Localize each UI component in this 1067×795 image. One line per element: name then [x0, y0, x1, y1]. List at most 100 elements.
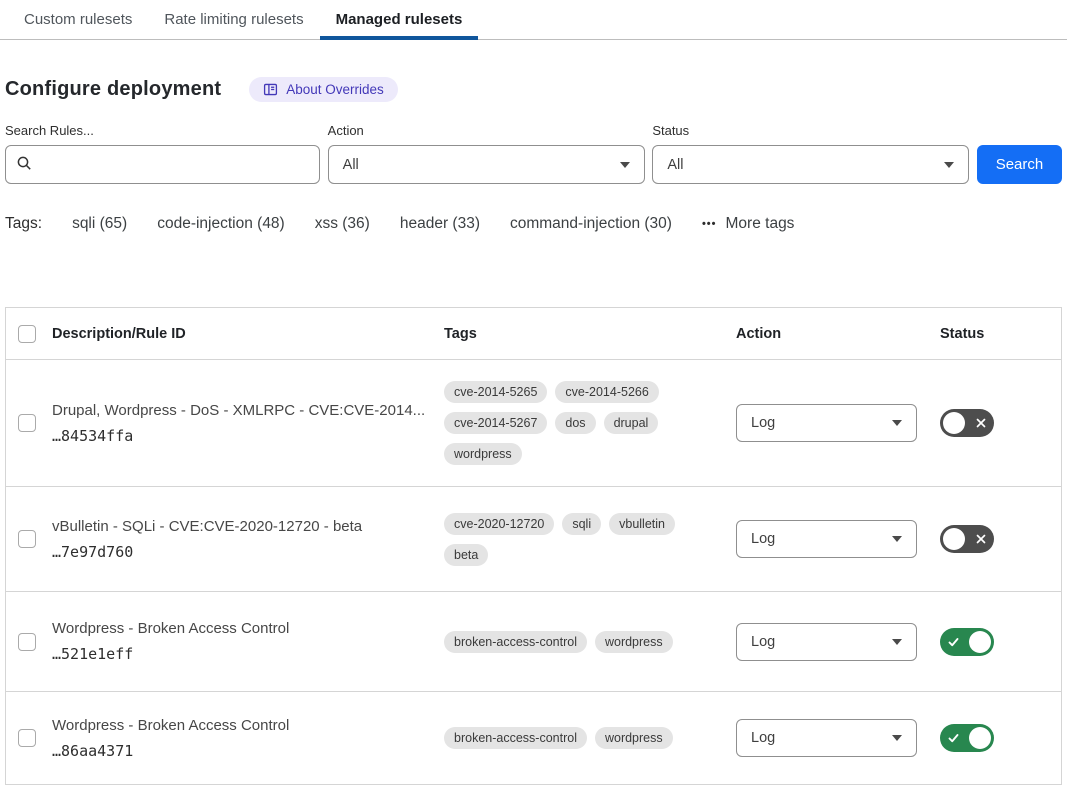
chevron-down-icon	[892, 536, 902, 542]
rule-description-cell: Wordpress - Broken Access Control …521e1…	[52, 620, 444, 663]
tag-pill: cve-2014-5266	[555, 381, 658, 403]
ellipsis-icon: •••	[702, 218, 717, 230]
ruleset-tabs: Custom rulesets Rate limiting rulesets M…	[0, 0, 1067, 40]
rule-action-cell: Log	[736, 719, 940, 757]
tag-pill: wordpress	[595, 631, 673, 653]
table-row: Wordpress - Broken Access Control …521e1…	[6, 592, 1061, 692]
action-dropdown[interactable]: Log	[736, 623, 917, 661]
rule-description-cell: vBulletin - SQLi - CVE:CVE-2020-12720 - …	[52, 518, 444, 561]
action-filter: Action All	[328, 123, 645, 184]
action-select[interactable]: All	[328, 145, 645, 184]
tab-custom-rulesets[interactable]: Custom rulesets	[8, 0, 148, 40]
tag-pill: dos	[555, 412, 595, 434]
row-checkbox[interactable]	[18, 633, 36, 651]
filters-row: Search Rules... Action All Status All Se…	[5, 123, 1062, 184]
tag-pill: vbulletin	[609, 513, 675, 535]
select-all-checkbox[interactable]	[18, 325, 36, 343]
tag-pill: drupal	[604, 412, 659, 434]
tag-pill: broken-access-control	[444, 631, 587, 653]
status-toggle[interactable]	[940, 628, 994, 656]
search-button[interactable]: Search	[977, 145, 1062, 184]
rule-tags-cell: cve-2014-5265 cve-2014-5266 cve-2014-526…	[444, 381, 736, 465]
search-icon	[16, 155, 32, 175]
status-toggle[interactable]	[940, 724, 994, 752]
rule-title: Wordpress - Broken Access Control	[52, 620, 444, 637]
rule-id: …7e97d760	[52, 543, 444, 561]
action-label: Action	[328, 123, 645, 138]
action-dropdown-value: Log	[751, 634, 775, 650]
book-icon	[263, 82, 278, 97]
tab-rate-limiting-rulesets[interactable]: Rate limiting rulesets	[148, 0, 319, 40]
tag-filter-code-injection[interactable]: code-injection (48)	[157, 215, 285, 233]
rule-status-cell	[940, 724, 1061, 752]
about-overrides-badge[interactable]: About Overrides	[249, 77, 398, 102]
rule-id: …521e1eff	[52, 645, 444, 663]
rule-description-cell: Drupal, Wordpress - DoS - XMLRPC - CVE:C…	[52, 402, 444, 445]
rule-title: Wordpress - Broken Access Control	[52, 717, 444, 734]
tags-label: Tags:	[5, 215, 42, 233]
action-select-value: All	[343, 157, 359, 173]
toggle-knob	[943, 528, 965, 550]
action-dropdown[interactable]: Log	[736, 404, 917, 442]
badge-label: About Overrides	[286, 82, 384, 97]
table-row: Drupal, Wordpress - DoS - XMLRPC - CVE:C…	[6, 360, 1061, 487]
status-label: Status	[652, 123, 969, 138]
status-toggle[interactable]	[940, 525, 994, 553]
toggle-knob	[969, 727, 991, 749]
table-row: Wordpress - Broken Access Control …86aa4…	[6, 692, 1061, 785]
rule-id: …86aa4371	[52, 742, 444, 760]
action-dropdown-value: Log	[751, 531, 775, 547]
page-header: Configure deployment About Overrides	[5, 77, 1062, 102]
rule-action-cell: Log	[736, 404, 940, 442]
tag-filter-sqli[interactable]: sqli (65)	[72, 215, 127, 233]
row-checkbox[interactable]	[18, 530, 36, 548]
column-header-action: Action	[736, 326, 940, 342]
column-header-status: Status	[940, 326, 1061, 342]
rule-tags-cell: broken-access-control wordpress	[444, 727, 736, 749]
table-header-row: Description/Rule ID Tags Action Status	[6, 308, 1061, 360]
status-select[interactable]: All	[652, 145, 969, 184]
tag-pill: broken-access-control	[444, 727, 587, 749]
tag-filter-header[interactable]: header (33)	[400, 215, 480, 233]
status-toggle[interactable]	[940, 409, 994, 437]
action-dropdown[interactable]: Log	[736, 520, 917, 558]
chevron-down-icon	[944, 162, 954, 168]
rule-title: Drupal, Wordpress - DoS - XMLRPC - CVE:C…	[52, 402, 444, 419]
chevron-down-icon	[892, 639, 902, 645]
rule-status-cell	[940, 525, 1061, 553]
chevron-down-icon	[620, 162, 630, 168]
tag-pill: cve-2014-5267	[444, 412, 547, 434]
tag-pill: cve-2014-5265	[444, 381, 547, 403]
tag-pill: beta	[444, 544, 488, 566]
more-tags-button[interactable]: ••• More tags	[702, 215, 794, 233]
more-tags-label: More tags	[726, 215, 795, 233]
rule-action-cell: Log	[736, 520, 940, 558]
tag-filter-xss[interactable]: xss (36)	[315, 215, 370, 233]
rule-action-cell: Log	[736, 623, 940, 661]
tag-filter-command-injection[interactable]: command-injection (30)	[510, 215, 672, 233]
chevron-down-icon	[892, 420, 902, 426]
rule-status-cell	[940, 628, 1061, 656]
rule-tags-cell: broken-access-control wordpress	[444, 631, 736, 653]
action-dropdown[interactable]: Log	[736, 719, 917, 757]
rule-title: vBulletin - SQLi - CVE:CVE-2020-12720 - …	[52, 518, 444, 535]
tag-pill: wordpress	[444, 443, 522, 465]
toggle-knob	[969, 631, 991, 653]
search-rules-input[interactable]	[40, 157, 309, 173]
tags-bar: Tags: sqli (65) code-injection (48) xss …	[5, 215, 1062, 233]
tab-managed-rulesets[interactable]: Managed rulesets	[320, 0, 479, 40]
action-dropdown-value: Log	[751, 415, 775, 431]
rule-tags-cell: cve-2020-12720 sqli vbulletin beta	[444, 513, 736, 566]
chevron-down-icon	[892, 735, 902, 741]
column-header-tags: Tags	[444, 326, 736, 342]
tag-pill: sqli	[562, 513, 601, 535]
column-header-description: Description/Rule ID	[52, 326, 444, 342]
x-icon	[975, 533, 987, 545]
search-box[interactable]	[5, 145, 320, 184]
row-checkbox[interactable]	[18, 729, 36, 747]
action-dropdown-value: Log	[751, 730, 775, 746]
row-checkbox[interactable]	[18, 414, 36, 432]
search-filter: Search Rules...	[5, 123, 320, 184]
table-row: vBulletin - SQLi - CVE:CVE-2020-12720 - …	[6, 487, 1061, 592]
tag-pill: cve-2020-12720	[444, 513, 554, 535]
